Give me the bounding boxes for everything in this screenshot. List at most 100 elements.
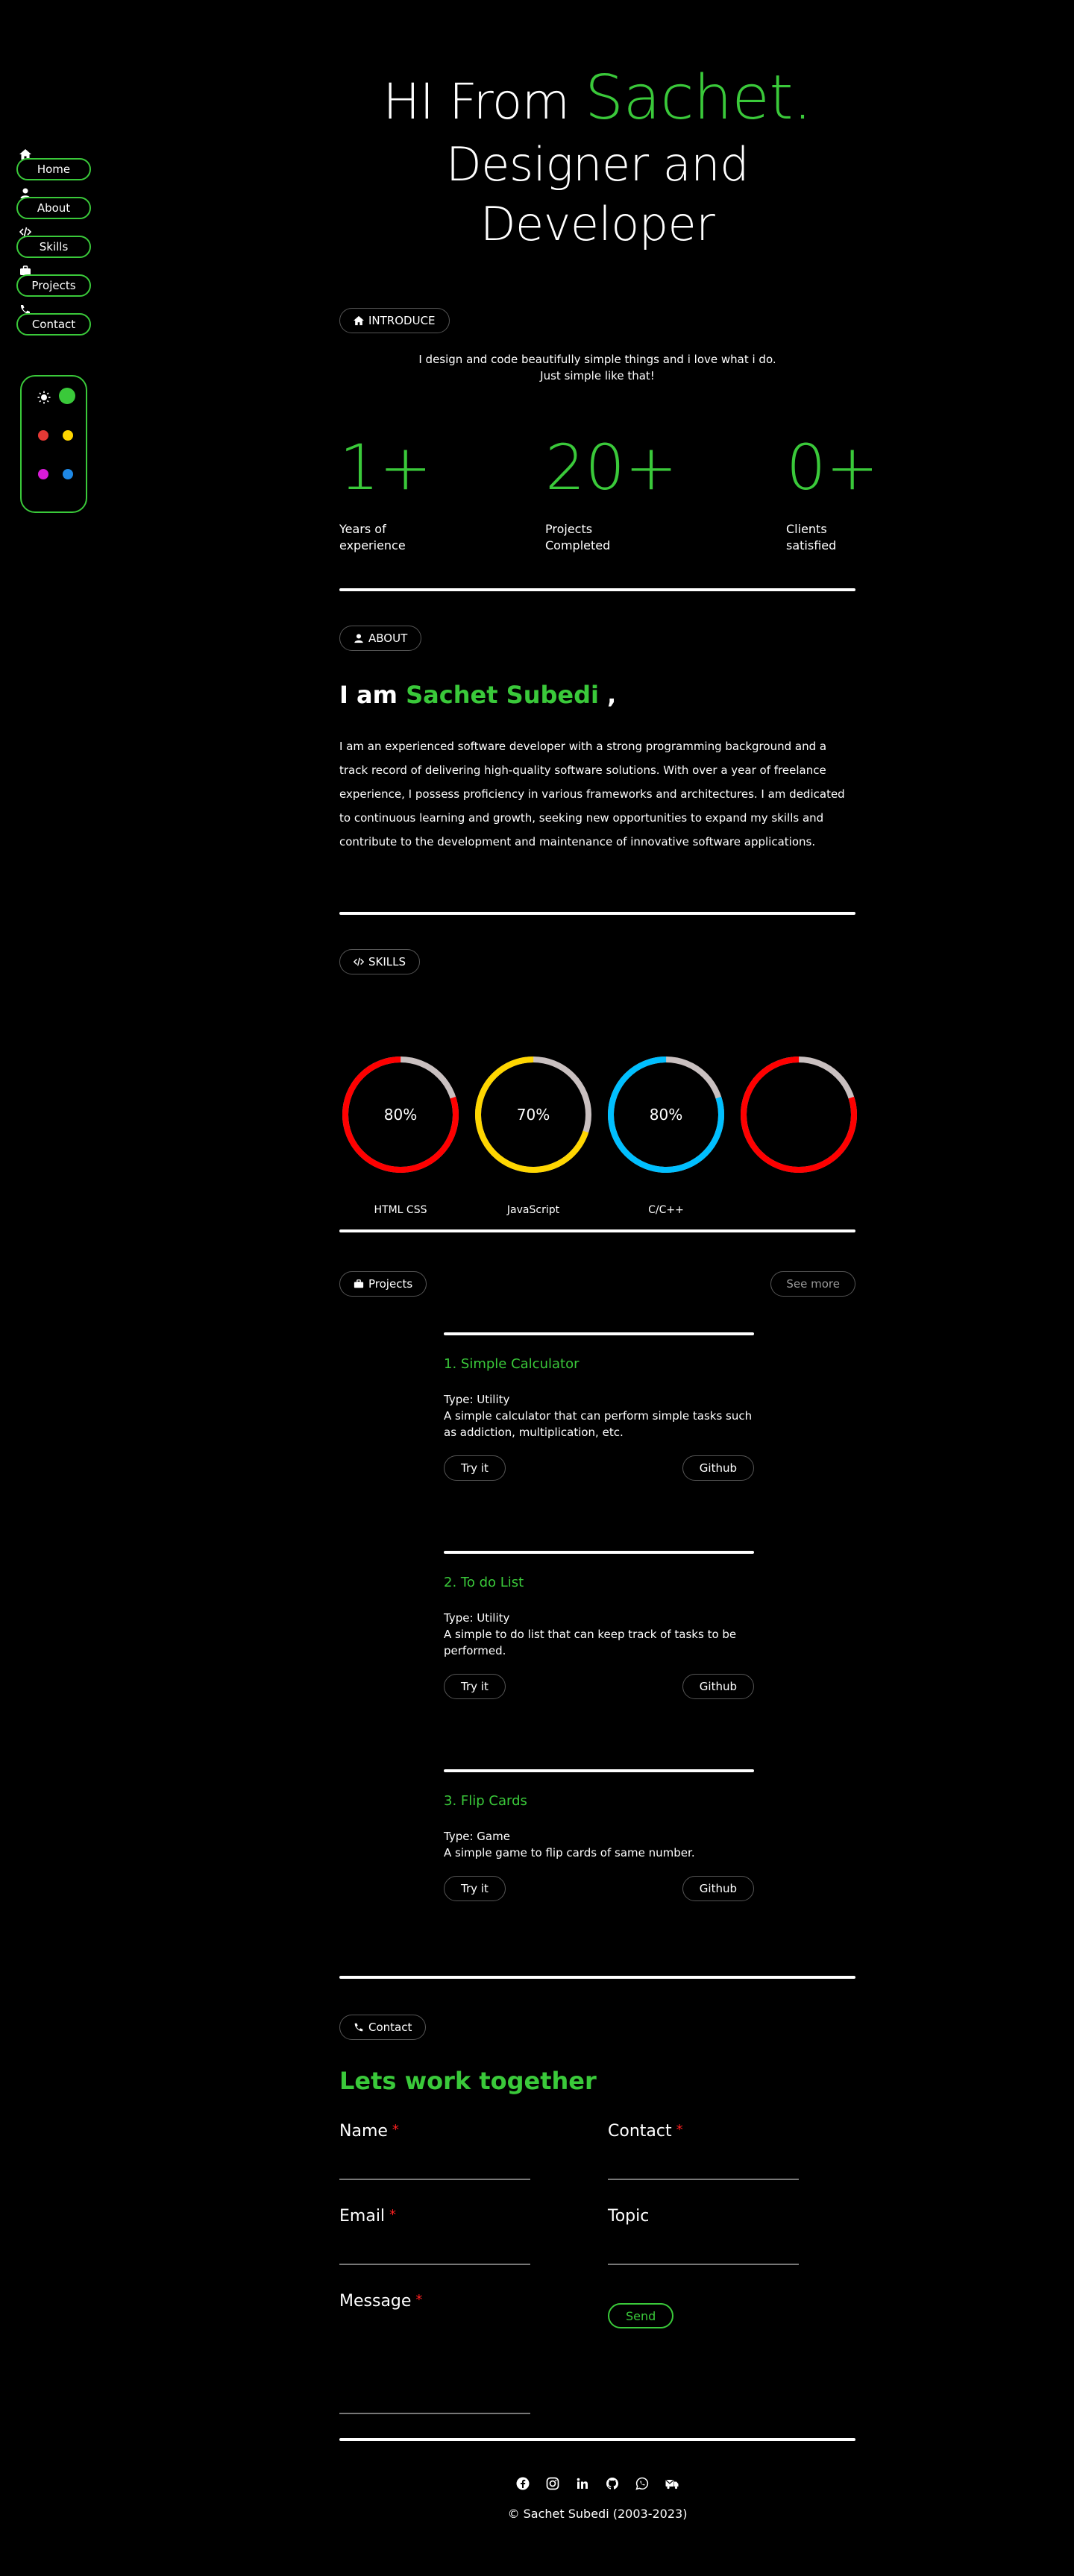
social-links bbox=[339, 2477, 855, 2490]
hero-name: Sachet. bbox=[585, 63, 812, 133]
home-icon bbox=[354, 315, 364, 326]
topic-input[interactable] bbox=[608, 2264, 799, 2265]
linkedin-icon[interactable] bbox=[576, 2477, 589, 2490]
mail-icon[interactable] bbox=[665, 2477, 679, 2490]
message-field[interactable]: Message * bbox=[339, 2292, 530, 2414]
user-icon bbox=[19, 187, 31, 198]
theme-color-green[interactable] bbox=[59, 388, 75, 404]
skill-percent bbox=[738, 1054, 860, 1176]
message-input[interactable] bbox=[339, 2413, 530, 2414]
skills-tag: SKILLS bbox=[339, 949, 421, 974]
github-button[interactable]: Github bbox=[682, 1455, 754, 1481]
project-desc: A simple to do list that can keep track … bbox=[444, 1628, 737, 1657]
email-input[interactable] bbox=[339, 2264, 530, 2265]
theme-color-yellow[interactable] bbox=[63, 430, 73, 441]
stat-value: 20+ bbox=[545, 431, 678, 504]
projects-list: 1. Simple Calculator Type: Utility A simpl… bbox=[339, 1332, 855, 1901]
nav-home-label: Home bbox=[16, 158, 91, 180]
topic-field[interactable]: Topic bbox=[608, 2207, 799, 2265]
skill-item: 70% JavaScript bbox=[472, 1054, 594, 1216]
introduce-tag-label: INTRODUCE bbox=[368, 314, 436, 327]
nav-projects-label: Projects bbox=[16, 274, 91, 297]
project-actions: Try it Github bbox=[444, 1876, 754, 1901]
contact-input[interactable] bbox=[608, 2179, 799, 2180]
project-type: Type: Utility bbox=[444, 1393, 510, 1406]
skill-name: HTML CSS bbox=[374, 1204, 427, 1216]
name-field[interactable]: Name * bbox=[339, 2122, 530, 2180]
projects-header: Projects See more bbox=[339, 1271, 855, 1297]
contact-tag: Contact bbox=[339, 2015, 427, 2040]
see-more-button[interactable]: See more bbox=[770, 1271, 855, 1297]
whatsapp-icon[interactable] bbox=[635, 2477, 649, 2490]
try-it-button[interactable]: Try it bbox=[444, 1876, 506, 1901]
intro-line-2: Just simple like that! bbox=[540, 369, 655, 382]
required-mark: * bbox=[389, 2207, 397, 2223]
user-icon bbox=[354, 634, 363, 643]
sun-icon[interactable] bbox=[37, 391, 51, 404]
stats: 1+ Years of experience 20+ Projects Comple… bbox=[339, 436, 879, 563]
github-button[interactable]: Github bbox=[682, 1876, 754, 1901]
project-title: 1. Simple Calculator bbox=[444, 1356, 580, 1372]
email-label: Email bbox=[339, 2207, 386, 2226]
contact-field[interactable]: Contact * bbox=[608, 2122, 799, 2180]
try-it-button[interactable]: Try it bbox=[444, 1674, 506, 1699]
side-nav: Home About Skills Projects Contact bbox=[16, 149, 91, 347]
theme-switcher bbox=[20, 375, 87, 513]
intro-line-1: I design and code beautifully simple thi… bbox=[418, 353, 776, 366]
try-it-button[interactable]: Try it bbox=[444, 1455, 506, 1481]
introduce-tag: INTRODUCE bbox=[339, 308, 450, 333]
facebook-icon[interactable] bbox=[516, 2477, 530, 2490]
instagram-icon[interactable] bbox=[546, 2477, 559, 2490]
project-desc: A simple game to flip cards of same numb… bbox=[444, 1846, 695, 1859]
stat-label: Projects Completed bbox=[545, 522, 611, 552]
main-content: HI From Sachet. Designer and Developer I… bbox=[339, 0, 879, 2521]
nav-projects[interactable]: Projects bbox=[16, 265, 91, 297]
stat-projects: 20+ Projects Completed bbox=[545, 436, 677, 554]
github-button[interactable]: Github bbox=[682, 1674, 754, 1699]
hero-greeting: HI From bbox=[383, 73, 570, 130]
stat-clients: 0+ Clients satisfied bbox=[786, 436, 879, 554]
nav-skills-label: Skills bbox=[16, 236, 91, 258]
name-input[interactable] bbox=[339, 2179, 530, 2180]
send-button[interactable]: Send bbox=[608, 2303, 674, 2328]
intro-text: I design and code beautifully simple thi… bbox=[339, 351, 855, 384]
project-divider bbox=[444, 1769, 754, 1772]
project-title: 2. To do List bbox=[444, 1575, 524, 1590]
about-tag: ABOUT bbox=[339, 626, 422, 651]
skill-item bbox=[738, 1054, 860, 1204]
topic-label: Topic bbox=[608, 2207, 650, 2226]
code-icon bbox=[354, 957, 364, 966]
stat-label: Years of experience bbox=[339, 522, 406, 552]
about-suffix: , bbox=[607, 681, 617, 709]
about-prefix: I am bbox=[339, 681, 398, 709]
nav-contact[interactable]: Contact bbox=[16, 305, 91, 336]
home-icon bbox=[19, 148, 31, 160]
project-card: 3. Flip Cards Type: Game A simple game to … bbox=[444, 1769, 754, 1901]
contact-form: Name * Contact * Email * Topic Message * Sen… bbox=[339, 2122, 855, 2435]
github-icon[interactable] bbox=[606, 2477, 619, 2490]
project-card: 2. To do List Type: Utility A simple to do… bbox=[444, 1551, 754, 1699]
section-divider bbox=[339, 588, 855, 591]
nav-about[interactable]: About bbox=[16, 188, 91, 219]
nav-skills[interactable]: Skills bbox=[16, 227, 91, 258]
required-mark: * bbox=[415, 2292, 423, 2308]
project-divider bbox=[444, 1332, 754, 1335]
required-mark: * bbox=[392, 2122, 399, 2138]
theme-color-red[interactable] bbox=[38, 430, 48, 441]
briefcase-icon bbox=[354, 1279, 364, 1288]
theme-color-magenta[interactable] bbox=[38, 469, 48, 479]
section-divider bbox=[339, 1229, 855, 1232]
hero-subtitle: Designer and Developer bbox=[446, 137, 749, 251]
skill-percent: 70% bbox=[516, 1106, 550, 1124]
hero-title: HI From Sachet. bbox=[339, 68, 855, 132]
section-divider bbox=[339, 912, 855, 915]
project-actions: Try it Github bbox=[444, 1455, 754, 1481]
email-field[interactable]: Email * bbox=[339, 2207, 530, 2265]
theme-color-blue[interactable] bbox=[63, 469, 73, 479]
project-actions: Try it Github bbox=[444, 1674, 754, 1699]
nav-contact-label: Contact bbox=[16, 313, 91, 336]
contact-title: Lets work together bbox=[339, 2067, 597, 2095]
phone-icon bbox=[354, 2023, 363, 2032]
contact-label: Contact bbox=[608, 2122, 672, 2141]
nav-home[interactable]: Home bbox=[16, 149, 91, 180]
